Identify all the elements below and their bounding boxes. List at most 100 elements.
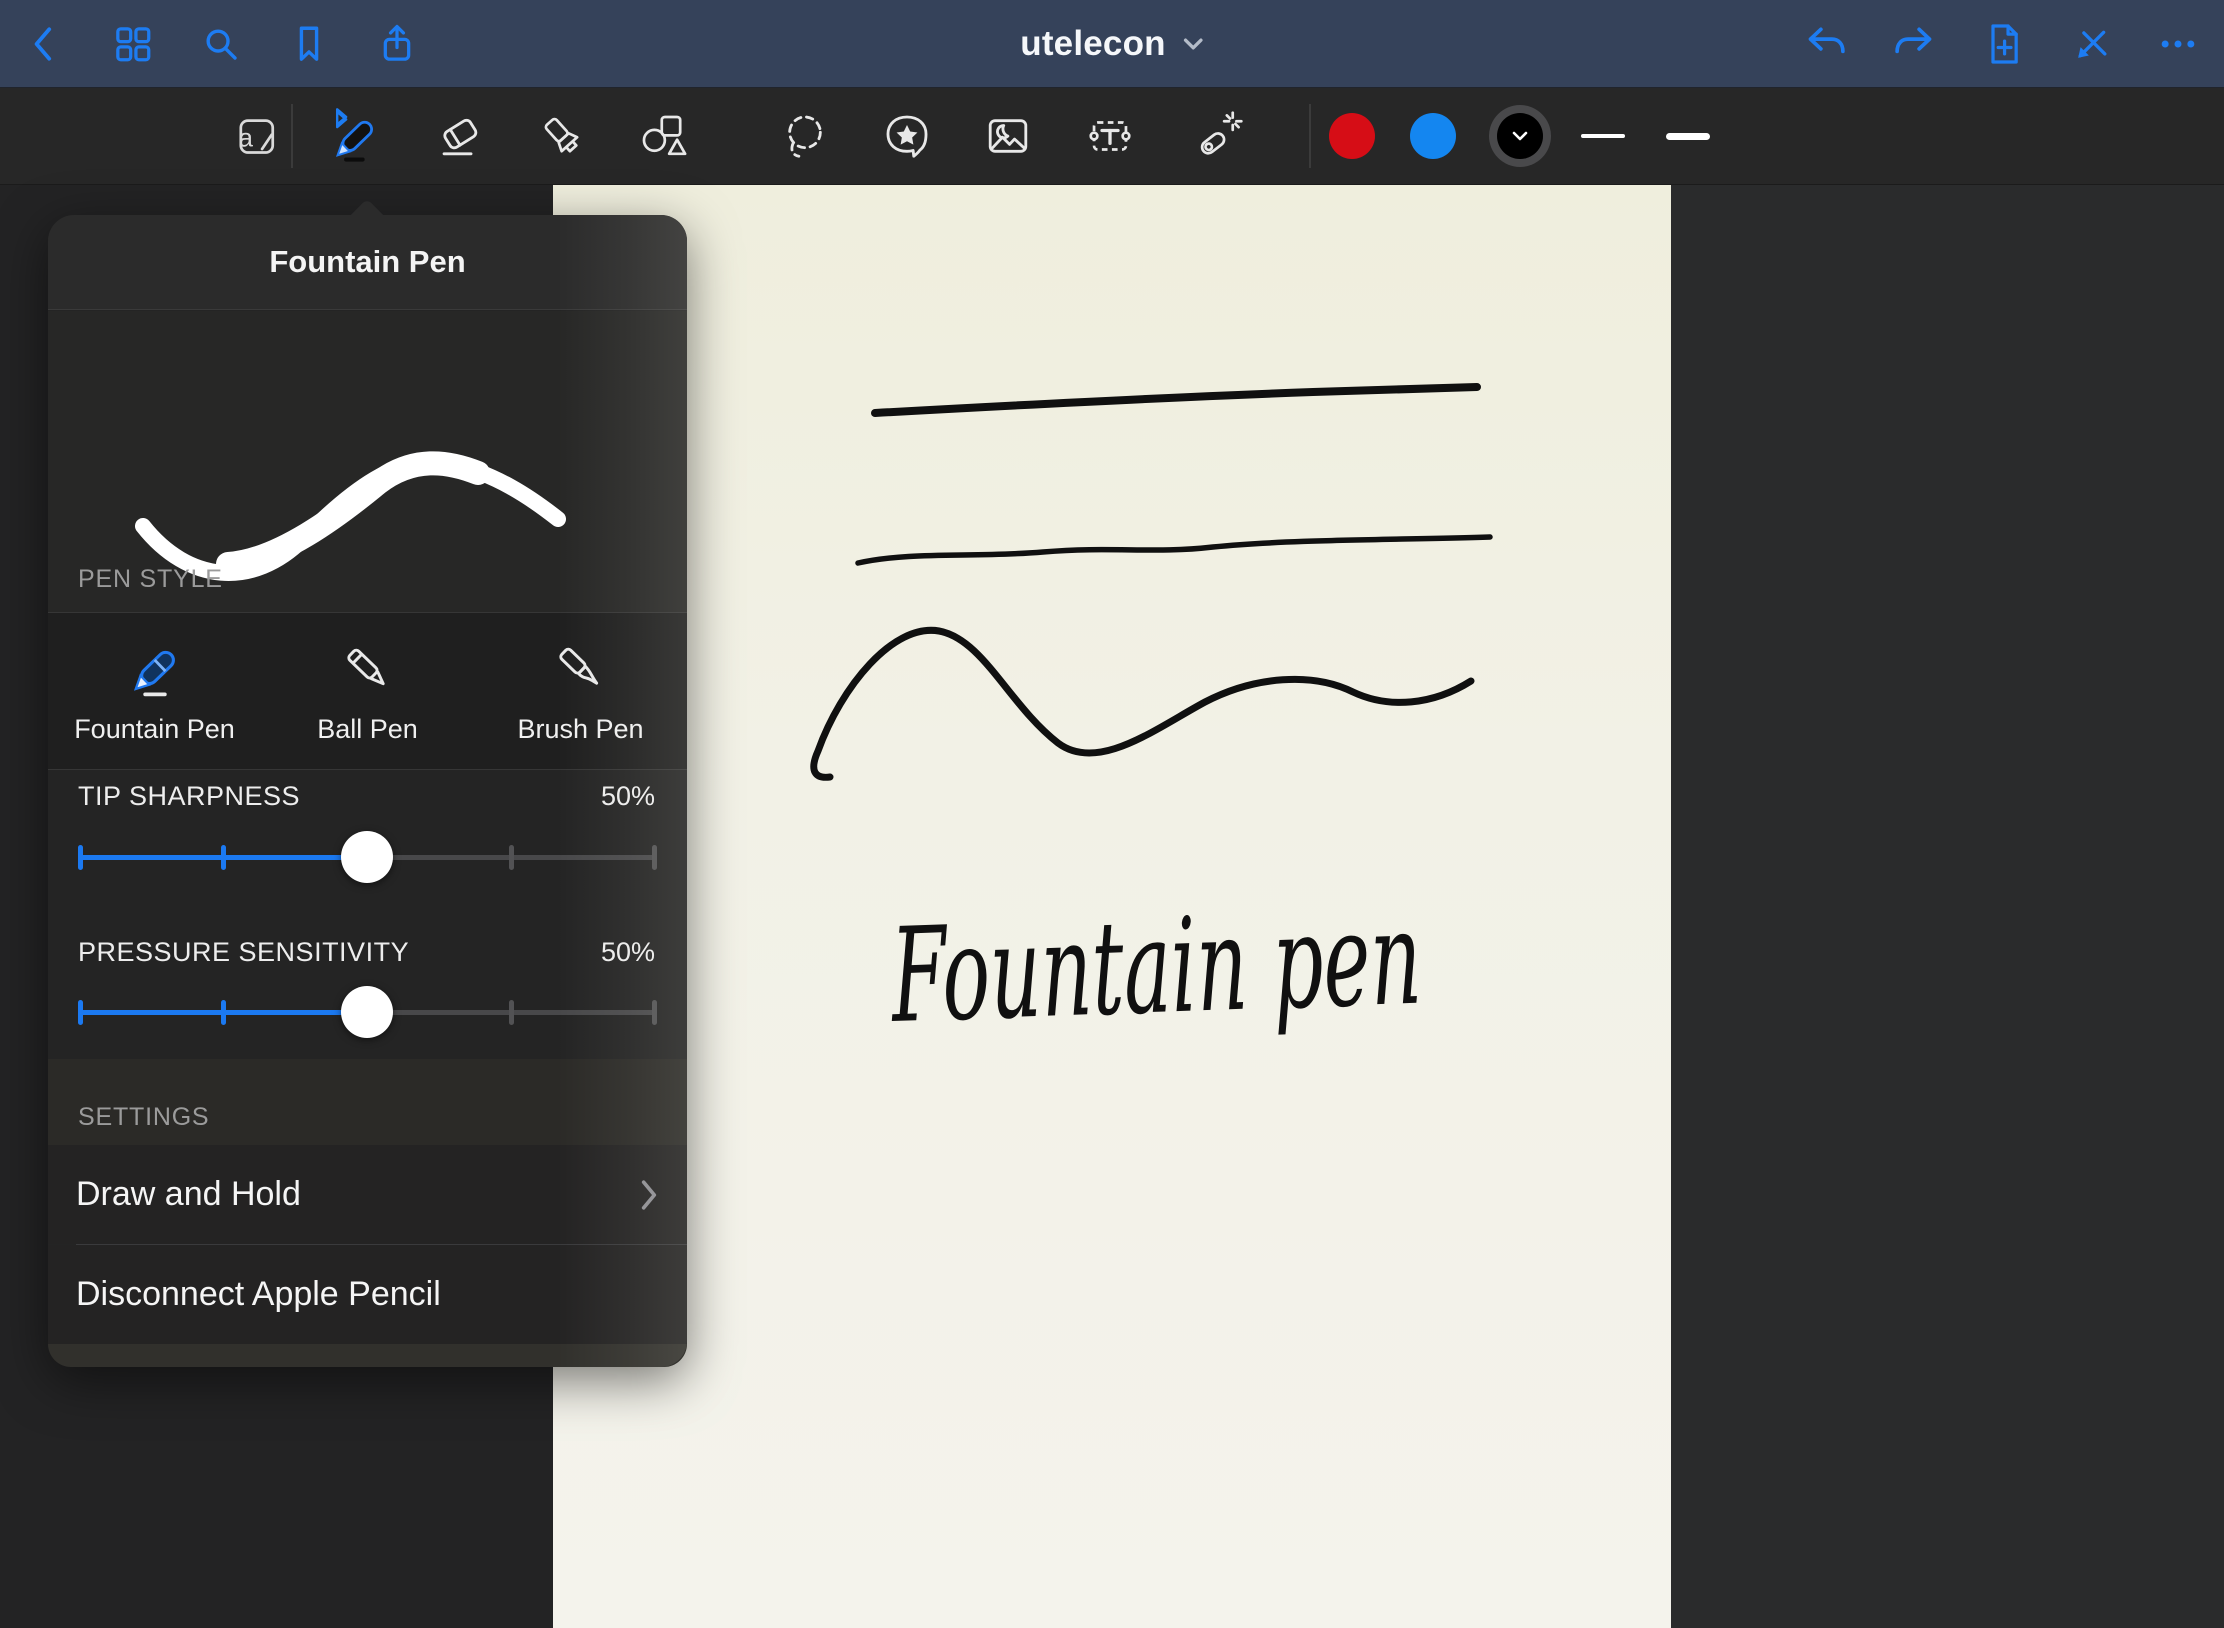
stroke-wave <box>814 630 1471 777</box>
disconnect-apple-pencil-row[interactable]: Disconnect Apple Pencil <box>48 1245 687 1344</box>
slider-tick-100 <box>652 845 657 870</box>
pressure-sensitivity-slider[interactable] <box>80 986 655 1038</box>
popover-header: Fountain Pen <box>48 215 687 310</box>
ellipsis-icon <box>2156 23 2200 65</box>
brush-pen-style-icon <box>550 638 612 700</box>
chevron-down-icon <box>1511 130 1529 142</box>
color-swatch-black-selected[interactable] <box>1497 113 1543 159</box>
slider-tick-25 <box>221 845 226 870</box>
pen-style-label: Brush Pen <box>517 714 643 745</box>
draw-and-hold-label: Draw and Hold <box>76 1175 301 1214</box>
pen-style-label: Fountain Pen <box>74 714 235 745</box>
stickers-tool[interactable] <box>875 104 939 168</box>
popover-title: Fountain Pen <box>269 244 465 280</box>
lasso-icon <box>778 109 832 163</box>
tip-sharpness-slider[interactable] <box>80 831 655 883</box>
svg-text:a: a <box>238 123 253 153</box>
eraser-tool[interactable] <box>428 104 492 168</box>
back-button[interactable] <box>19 18 71 70</box>
fountain-pen-style-icon <box>124 638 186 700</box>
share-button[interactable] <box>371 18 423 70</box>
add-page-button[interactable] <box>1978 18 2030 70</box>
document-title-menu[interactable]: utelecon <box>1020 0 1204 88</box>
photo-icon <box>981 109 1035 163</box>
search-icon <box>200 23 242 65</box>
undo-icon <box>1805 24 1849 64</box>
tip-sharpness-value: 50% <box>601 781 655 812</box>
highlighter-icon <box>535 109 589 163</box>
text-box-icon <box>1083 109 1137 163</box>
pen-style-ball-pen[interactable]: Ball Pen <box>261 613 474 769</box>
redo-button[interactable] <box>1887 18 1939 70</box>
thickness-thin[interactable] <box>1573 113 1633 159</box>
back-chevron-icon <box>25 22 65 66</box>
chevron-right-icon <box>639 1179 659 1211</box>
page-grid-icon <box>112 23 154 65</box>
slider-thumb[interactable] <box>341 986 393 1038</box>
slider-tick-0 <box>78 845 83 870</box>
ink-strokes: Fountain pen <box>553 185 1671 1628</box>
toolbar-divider <box>291 104 293 168</box>
color-swatch-red[interactable] <box>1329 113 1375 159</box>
slider-tick-0 <box>78 1000 83 1025</box>
shapes-tool[interactable] <box>631 104 695 168</box>
text-recognition-tool[interactable]: a <box>223 104 287 168</box>
settings-section-band: SETTINGS <box>48 1059 687 1145</box>
pen-tool-selected[interactable] <box>323 104 387 168</box>
draw-and-hold-row[interactable]: Draw and Hold <box>48 1145 687 1244</box>
pencil-slash-icon <box>2071 23 2113 65</box>
stroke-line-2 <box>858 537 1490 563</box>
redo-icon <box>1891 24 1935 64</box>
disconnect-apple-pencil-label: Disconnect Apple Pencil <box>76 1275 441 1314</box>
pen-style-options: Fountain Pen Ball Pen <box>48 612 687 770</box>
slider-thumb[interactable] <box>341 831 393 883</box>
settings-section-label: SETTINGS <box>78 1103 209 1132</box>
pressure-sensitivity-value: 50% <box>601 937 655 968</box>
pen-style-fountain-pen[interactable]: Fountain Pen <box>48 613 261 769</box>
ball-pen-style-icon <box>337 638 399 700</box>
undo-button[interactable] <box>1801 18 1853 70</box>
eraser-icon <box>433 109 487 163</box>
laser-pointer-icon <box>1191 109 1245 163</box>
pen-style-section-label: PEN STYLE <box>78 565 223 594</box>
stop-editing-button[interactable] <box>2066 18 2118 70</box>
add-page-icon <box>1983 22 2025 66</box>
fountain-pen-tool-icon <box>327 108 383 164</box>
handwriting-text: Fountain pen <box>888 882 1424 1052</box>
tip-sharpness-label: TIP SHARPNESS <box>78 781 300 812</box>
chevron-down-icon <box>1182 36 1204 52</box>
editing-toolbar: a <box>0 88 2224 185</box>
popover-bottom-strip <box>48 1344 687 1367</box>
notebook-page[interactable]: Fountain pen <box>553 185 1671 1628</box>
toolbar-divider <box>1309 104 1311 168</box>
slider-tick-75 <box>509 1000 514 1025</box>
slider-tick-25 <box>221 1000 226 1025</box>
thumbnails-button[interactable] <box>107 18 159 70</box>
more-options-button[interactable] <box>2152 18 2204 70</box>
stroke-line-1 <box>875 387 1477 413</box>
pen-style-brush-pen[interactable]: Brush Pen <box>474 613 687 769</box>
laser-pointer-tool[interactable] <box>1186 104 1250 168</box>
photo-tool[interactable] <box>976 104 1040 168</box>
highlighter-tool[interactable] <box>530 104 594 168</box>
bluetooth-icon <box>337 109 346 127</box>
shapes-icon <box>636 109 690 163</box>
bookmark-button[interactable] <box>283 18 335 70</box>
thickness-medium[interactable] <box>1658 113 1718 159</box>
text-tool[interactable] <box>1078 104 1142 168</box>
text-recognition-icon: a <box>229 110 281 162</box>
share-icon <box>376 23 418 65</box>
slider-tick-75 <box>509 845 514 870</box>
search-button[interactable] <box>195 18 247 70</box>
lasso-tool[interactable] <box>773 104 837 168</box>
color-swatch-blue[interactable] <box>1410 113 1456 159</box>
slider-tick-100 <box>652 1000 657 1025</box>
goodnotes-app: utelecon a <box>0 0 2224 1628</box>
top-navigation-bar: utelecon <box>0 0 2224 88</box>
pressure-sensitivity-label: PRESSURE SENSITIVITY <box>78 937 409 968</box>
stickers-icon <box>880 109 934 163</box>
bookmark-icon <box>288 23 330 65</box>
canvas-background-right <box>1671 185 2224 1628</box>
pen-style-label: Ball Pen <box>317 714 418 745</box>
document-title: utelecon <box>1020 24 1166 64</box>
